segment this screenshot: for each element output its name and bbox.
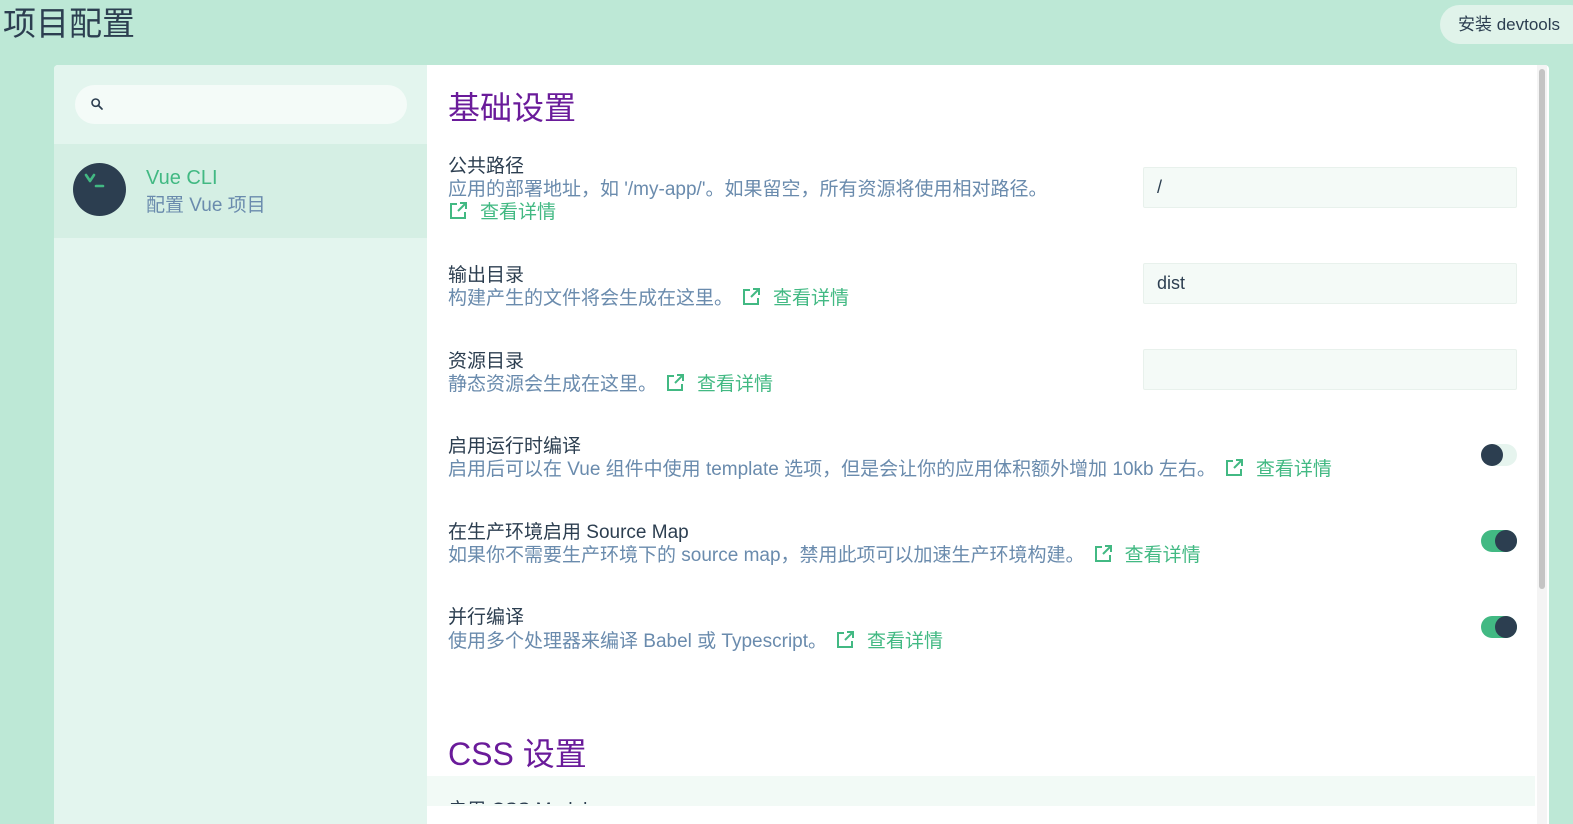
external-link-icon	[1094, 544, 1112, 562]
row-description-text: 静态资源会生成在这里。	[448, 374, 658, 395]
assets-dir-input[interactable]	[1143, 349, 1517, 390]
sidebar-item-vue-cli[interactable]: Vue CLI 配置 Vue 项目	[54, 144, 427, 238]
runtime-compiler-toggle[interactable]	[1481, 444, 1517, 466]
external-link-icon	[667, 373, 685, 391]
toggle-knob	[1495, 530, 1517, 552]
row-link-line-public-path: 查看详情	[448, 197, 556, 224]
toggle-knob	[1495, 616, 1517, 638]
config-content: 基础设置 公共路径 应用的部署地址，如 '/my-app/'。如果留空，所有资源…	[427, 65, 1535, 824]
source-map-toggle[interactable]	[1481, 530, 1517, 552]
row-description-output-dir: 构建产生的文件将会生成在这里。 查看详情	[448, 283, 849, 310]
row-description-text: 如果你不需要生产环境下的 source map，禁用此项可以加速生产环境构建。	[448, 545, 1085, 566]
docs-link-label: 查看详情	[867, 631, 944, 652]
section-title-css: CSS 设置	[448, 736, 587, 772]
row-description-assets-dir: 静态资源会生成在这里。 查看详情	[448, 369, 773, 396]
docs-link-parallel[interactable]: 查看详情	[835, 626, 943, 653]
sidebar: Vue CLI 配置 Vue 项目	[54, 65, 427, 824]
toggle-knob	[1481, 444, 1503, 466]
row-description-text: 使用多个处理器来编译 Babel 或 Typescript。	[448, 631, 828, 652]
docs-link-source-map[interactable]: 查看详情	[1093, 540, 1201, 567]
install-devtools-button[interactable]: 安装 devtools	[1440, 5, 1573, 44]
docs-link-assets-dir[interactable]: 查看详情	[665, 369, 773, 396]
parallel-toggle[interactable]	[1481, 616, 1517, 638]
public-path-input[interactable]	[1143, 167, 1517, 208]
config-panel: Vue CLI 配置 Vue 项目 基础设置 公共路径 应用的部署地址，如 '/…	[54, 65, 1549, 824]
external-link-icon	[1225, 458, 1243, 476]
row-description-source-map: 如果你不需要生产环境下的 source map，禁用此项可以加速生产环境构建。 …	[448, 540, 1201, 567]
docs-link-public-path[interactable]: 查看详情	[448, 197, 556, 224]
docs-link-label: 查看详情	[773, 288, 850, 309]
docs-link-output-dir[interactable]: 查看详情	[741, 283, 849, 310]
row-description-runtime-compiler: 启用后可以在 Vue 组件中使用 template 选项，但是会让你的应用体积额…	[448, 454, 1332, 481]
search-box[interactable]	[75, 85, 407, 124]
docs-link-label: 查看详情	[480, 202, 557, 223]
scrollbar-thumb[interactable]	[1539, 69, 1545, 589]
search-icon	[91, 98, 103, 110]
plugin-name: Vue CLI	[146, 167, 218, 189]
scrollbar[interactable]	[1537, 65, 1547, 824]
page-title: 项目配置	[3, 4, 135, 43]
docs-link-runtime-compiler[interactable]: 查看详情	[1224, 454, 1332, 481]
row-description-parallel: 使用多个处理器来编译 Babel 或 Typescript。 查看详情	[448, 626, 943, 653]
section-title-basic: 基础设置	[448, 89, 577, 127]
row-description-text: 启用后可以在 Vue 组件中使用 template 选项，但是会让你的应用体积额…	[448, 459, 1216, 480]
external-link-icon	[743, 287, 761, 305]
row-description-text: 构建产生的文件将会生成在这里。	[448, 288, 734, 309]
output-dir-input[interactable]	[1143, 263, 1517, 304]
docs-link-label: 查看详情	[1124, 545, 1201, 566]
docs-link-label: 查看详情	[1255, 459, 1332, 480]
external-link-icon	[837, 630, 855, 648]
plugin-avatar	[73, 163, 126, 216]
search-input[interactable]	[115, 85, 395, 124]
plugin-description: 配置 Vue 项目	[146, 195, 266, 216]
row-label-parallel: 并行编译	[448, 607, 525, 628]
docs-link-label: 查看详情	[697, 374, 774, 395]
external-link-icon	[450, 201, 467, 219]
terminal-icon	[84, 173, 105, 188]
row-label-css-modules: 启用 CSS Modules	[448, 795, 607, 804]
